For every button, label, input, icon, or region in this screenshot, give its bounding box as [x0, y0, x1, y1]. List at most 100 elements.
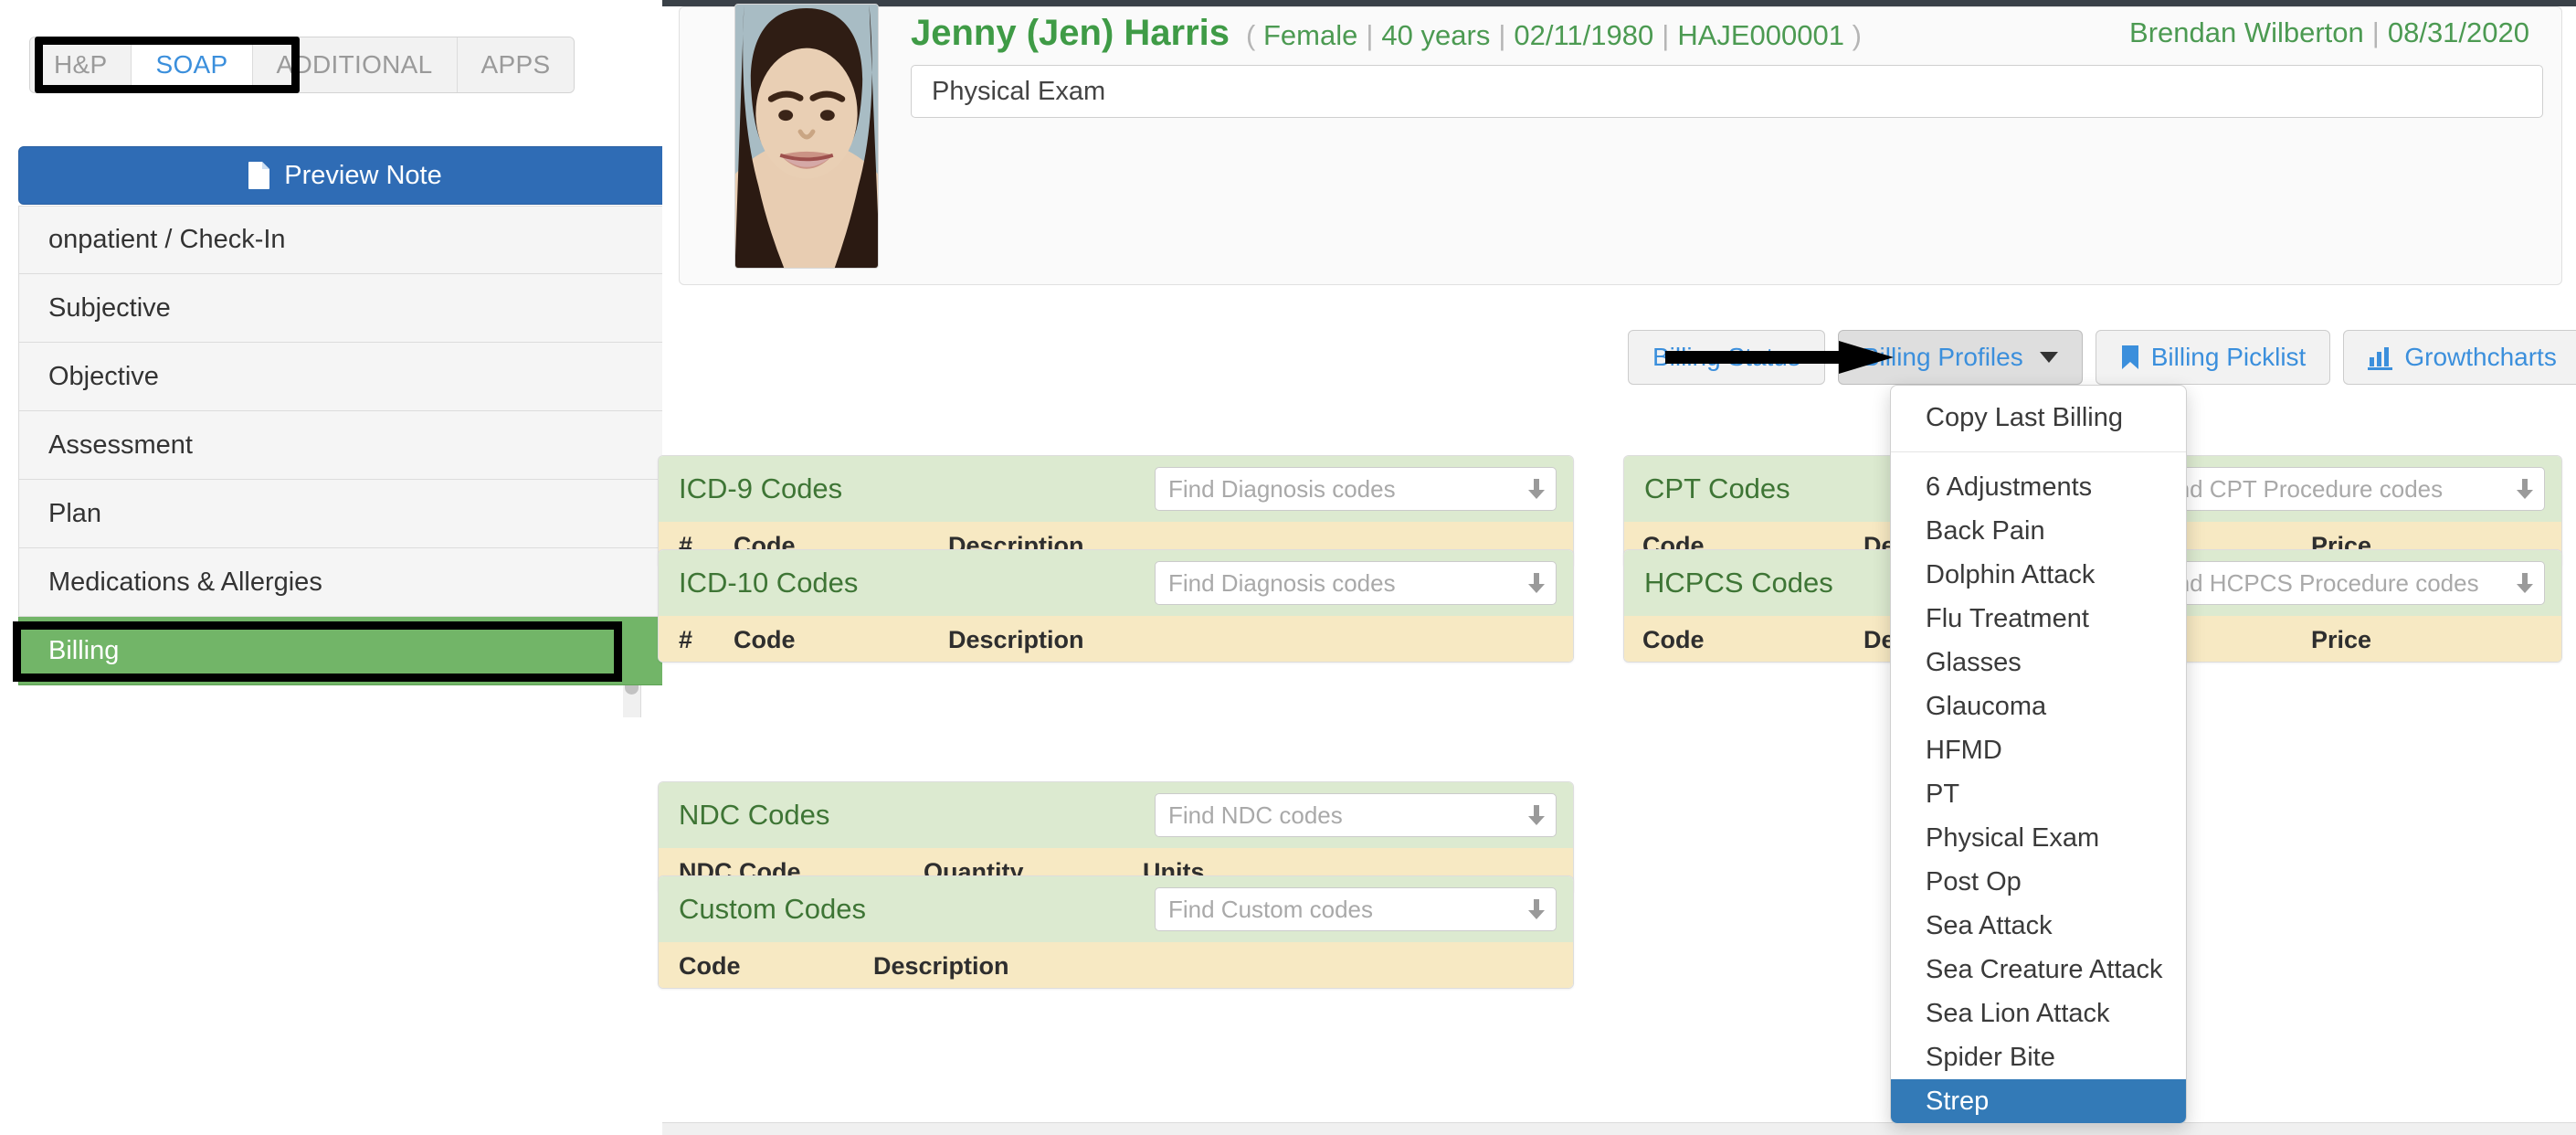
dropdown-item-copy-last-billing[interactable]: Copy Last Billing — [1891, 386, 2186, 442]
billing-picklist-button[interactable]: Billing Picklist — [2095, 330, 2331, 385]
main-content: Jenny (Jen) Harris ( Female | 40 years | 02/… — [658, 4, 2576, 1135]
tab-hp[interactable]: H&P — [30, 37, 132, 92]
sidebar-item-label: Medications & Allergies — [48, 567, 322, 597]
bookmark-icon — [2120, 345, 2140, 370]
sidebar-item-onpatient-checkin[interactable]: onpatient / Check-In — [18, 206, 671, 274]
cpt-search-input[interactable]: Find CPT Procedure codes — [2143, 467, 2545, 511]
dropdown-item-label: Copy Last Billing — [1926, 402, 2123, 432]
icd9-search-input[interactable]: Find Diagnosis codes — [1155, 467, 1557, 511]
ndc-search-input[interactable]: Find NDC codes — [1155, 793, 1557, 837]
tab-hp-label: H&P — [54, 50, 108, 79]
meta-sep: | — [2371, 16, 2380, 48]
page-bottom-edge — [662, 1122, 2576, 1135]
sidebar-item-label: Assessment — [48, 430, 193, 460]
sidebar-item-billing[interactable]: Billing — [18, 617, 671, 685]
app-root: H&P SOAP ADDITIONAL APPS Preview Note on… — [0, 0, 2576, 1135]
dropdown-item-label: Dolphin Attack — [1926, 559, 2096, 589]
dropdown-item-sea-attack[interactable]: Sea Attack — [1891, 904, 2186, 948]
custom-search-placeholder: Find Custom codes — [1168, 895, 1373, 923]
patient-identity: Jenny (Jen) Harris ( Female | 40 years | 02/… — [911, 13, 1862, 54]
dropdown-item-sea-lion-attack[interactable]: Sea Lion Attack — [1891, 992, 2186, 1035]
sidebar-item-subjective[interactable]: Subjective — [18, 274, 671, 343]
bar-chart-icon — [2368, 345, 2393, 370]
billing-toolbar: Billing Status Billing Profiles Billing … — [1628, 330, 2576, 385]
tab-soap[interactable]: SOAP — [132, 37, 253, 92]
arrow-down-icon — [1526, 571, 1547, 595]
growthcharts-button[interactable]: Growthcharts — [2343, 330, 2576, 385]
dropdown-item-label: HFMD — [1926, 735, 2002, 765]
preview-note-button[interactable]: Preview Note — [18, 146, 671, 205]
provider-name: Brendan Wilberton — [2129, 16, 2364, 48]
custom-title: Custom Codes — [679, 893, 867, 925]
dropdown-item-label: Sea Lion Attack — [1926, 998, 2110, 1028]
icd10-panel: ICD-10 Codes Find Diagnosis codes # Code… — [658, 549, 1574, 663]
patient-dob: 02/11/1980 — [1514, 19, 1654, 51]
encounter-date: 08/31/2020 — [2387, 16, 2529, 48]
icd10-title: ICD-10 Codes — [679, 567, 859, 599]
hcpcs-search-input[interactable]: Find HCPCS Procedure codes — [2143, 561, 2545, 605]
tab-soap-label: SOAP — [155, 50, 228, 79]
billing-profiles-button[interactable]: Billing Profiles — [1837, 330, 2083, 385]
tab-additional[interactable]: ADDITIONAL — [252, 37, 458, 92]
sidebar-item-objective[interactable]: Objective — [18, 343, 671, 411]
dropdown-item-label: Glasses — [1926, 647, 2022, 677]
arrow-down-icon — [1526, 897, 1547, 921]
dropdown-item-label: Sea Creature Attack — [1926, 954, 2163, 984]
dropdown-item-post-op[interactable]: Post Op — [1891, 860, 2186, 904]
icd9-search-placeholder: Find Diagnosis codes — [1168, 474, 1396, 503]
ndc-panel-header: NDC Codes Find NDC codes — [659, 782, 1573, 848]
hcpcs-col-code: Code — [1642, 625, 1705, 653]
custom-col-description: Description — [873, 951, 1009, 980]
note-title-value: Physical Exam — [932, 76, 1106, 106]
arrow-down-icon — [2515, 571, 2535, 595]
custom-search-input[interactable]: Find Custom codes — [1155, 887, 1557, 931]
arrow-down-icon — [2515, 477, 2535, 501]
dropdown-item-label: 6 Adjustments — [1926, 472, 2093, 502]
dropdown-item-glaucoma[interactable]: Glaucoma — [1891, 684, 2186, 728]
icd10-col-num: # — [679, 625, 693, 653]
dropdown-item-physical-exam[interactable]: Physical Exam — [1891, 816, 2186, 860]
soap-section-list: onpatient / Check-In Subjective Objectiv… — [18, 206, 671, 685]
cpt-search-placeholder: Find CPT Procedure codes — [2157, 474, 2444, 503]
patient-chart-id: HAJE000001 — [1677, 19, 1844, 51]
dropdown-item-spider-bite[interactable]: Spider Bite — [1891, 1035, 2186, 1079]
dropdown-item-flu-treatment[interactable]: Flu Treatment — [1891, 597, 2186, 641]
dropdown-item-sea-creature-attack[interactable]: Sea Creature Attack — [1891, 948, 2186, 992]
icd9-title: ICD-9 Codes — [679, 472, 843, 504]
patient-avatar — [734, 4, 879, 269]
dropdown-item-pt[interactable]: PT — [1891, 772, 2186, 816]
preview-note-label: Preview Note — [284, 160, 442, 190]
growthcharts-label: Growthcharts — [2404, 343, 2557, 371]
ndc-title: NDC Codes — [679, 799, 830, 831]
dropdown-item-label: Strep — [1926, 1086, 1990, 1116]
dropdown-item-glasses[interactable]: Glasses — [1891, 641, 2186, 684]
cpt-title: CPT Codes — [1644, 472, 1790, 504]
custom-col-code: Code — [679, 951, 741, 980]
sidebar-item-assessment[interactable]: Assessment — [18, 411, 671, 480]
sidebar-item-medications-allergies[interactable]: Medications & Allergies — [18, 548, 671, 617]
dropdown-item-hfmd[interactable]: HFMD — [1891, 728, 2186, 772]
meta-sep: | — [1498, 19, 1506, 51]
icd10-col-code: Code — [734, 625, 796, 653]
chevron-down-icon — [2039, 352, 2058, 363]
dropdown-item-label: Flu Treatment — [1926, 603, 2089, 633]
close-paren: ) — [1852, 19, 1862, 51]
tab-additional-label: ADDITIONAL — [276, 50, 433, 79]
sidebar-item-plan[interactable]: Plan — [18, 480, 671, 548]
patient-demographics: ( Female | 40 years | 02/11/1980 | HAJE000001 … — [1246, 19, 1862, 52]
billing-status-button[interactable]: Billing Status — [1628, 330, 1825, 385]
custom-panel-header: Custom Codes Find Custom codes — [659, 876, 1573, 942]
patient-header-card: Jenny (Jen) Harris ( Female | 40 years | 02/… — [679, 4, 2562, 285]
dropdown-item-back-pain[interactable]: Back Pain — [1891, 509, 2186, 553]
sidebar-item-label: Plan — [48, 498, 102, 528]
tab-apps[interactable]: APPS — [457, 37, 575, 92]
note-title-input[interactable]: Physical Exam — [911, 65, 2543, 118]
dropdown-item-label: PT — [1926, 779, 1960, 809]
dropdown-item-6-adjustments[interactable]: 6 Adjustments — [1891, 465, 2186, 509]
icd10-search-input[interactable]: Find Diagnosis codes — [1155, 561, 1557, 605]
dropdown-item-dolphin-attack[interactable]: Dolphin Attack — [1891, 553, 2186, 597]
icd10-col-description: Description — [948, 625, 1084, 653]
hcpcs-search-placeholder: Find HCPCS Procedure codes — [2157, 568, 2479, 597]
icd10-panel-header: ICD-10 Codes Find Diagnosis codes — [659, 550, 1573, 616]
dropdown-item-strep[interactable]: Strep — [1891, 1079, 2186, 1123]
